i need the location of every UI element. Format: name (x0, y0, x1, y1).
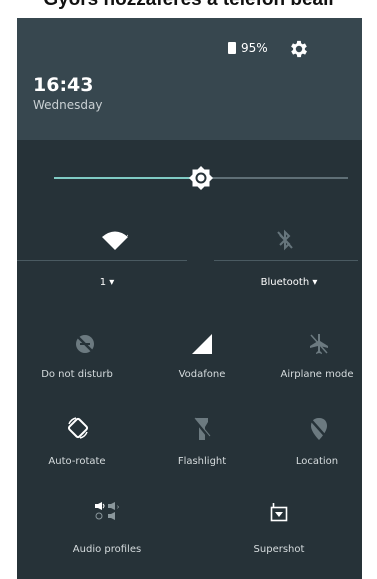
bluetooth-label: Bluetooth (260, 277, 310, 288)
bluetooth-off-icon[interactable] (275, 229, 295, 251)
chevron-down-icon: ▾ (312, 277, 318, 288)
chevron-down-icon: ▾ (109, 277, 115, 288)
cellular-signal-icon[interactable] (192, 334, 212, 354)
battery-percent: 95% (241, 41, 268, 55)
clock-time: 16:43 (33, 74, 94, 96)
brightness-thumb-icon[interactable] (189, 166, 213, 190)
auto-rotate-icon[interactable] (66, 416, 90, 440)
brightness-track (201, 177, 348, 179)
brightness-fill (54, 177, 201, 179)
wifi-label: 1 (99, 277, 107, 288)
supershot-icon[interactable] (269, 503, 289, 523)
battery-icon (228, 42, 236, 54)
wifi-divider (17, 260, 187, 261)
brightness-slider[interactable] (54, 166, 348, 190)
quick-settings-panel: 95% 16:43 Wednesday 1 ▾ Bluetooth ▾ Do n… (17, 18, 362, 579)
tile-location-label: Location (295, 456, 339, 467)
tile-supershot-label: Supershot (253, 544, 305, 555)
wifi-icon[interactable] (102, 230, 128, 250)
airplane-mode-icon[interactable] (309, 333, 329, 355)
do-not-disturb-icon[interactable] (75, 334, 95, 354)
wifi-dropdown[interactable]: 1 ▾ (77, 277, 137, 289)
page-caption: Gyors hozzáférés a telefon beáll (0, 0, 377, 11)
audio-profiles-icon[interactable]: × (95, 502, 119, 520)
clock-day: Wednesday (33, 98, 103, 112)
location-off-icon[interactable] (309, 417, 329, 441)
bluetooth-divider (214, 260, 358, 261)
tile-audio-label: Audio profiles (72, 544, 142, 555)
bluetooth-dropdown[interactable]: Bluetooth ▾ (234, 277, 344, 289)
tile-rotate-label: Auto-rotate (48, 456, 106, 467)
settings-gear-icon[interactable] (288, 38, 310, 60)
svg-text:×: × (116, 504, 119, 511)
flashlight-off-icon[interactable] (193, 417, 211, 441)
tile-cellular-label: Vodafone (178, 369, 226, 380)
tile-airplane-label: Airplane mode (280, 369, 354, 380)
tile-flashlight-label: Flashlight (177, 456, 227, 467)
status-header: 95% 16:43 Wednesday (17, 18, 362, 140)
tile-dnd-label: Do not disturb (41, 369, 113, 380)
